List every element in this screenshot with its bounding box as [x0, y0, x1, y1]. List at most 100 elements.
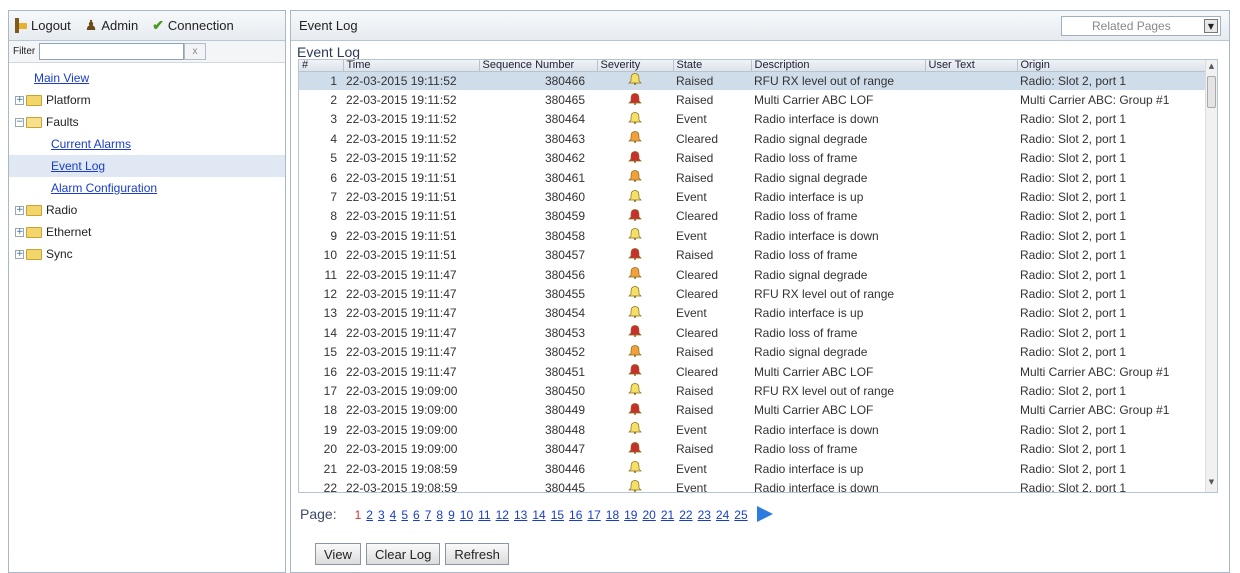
expand-icon[interactable]: + — [15, 249, 24, 259]
table-row[interactable]: 12 22-03-2015 19:11:47 380455 Cleared RFU RX… — [299, 284, 1209, 303]
column-header-origin[interactable]: Origin — [1017, 60, 1210, 72]
tree-item-event-log[interactable]: Event Log — [9, 155, 285, 177]
page-link[interactable]: 10 — [460, 508, 473, 522]
tree-item-faults[interactable]: − Faults — [9, 111, 285, 133]
row-number: 7 — [330, 190, 337, 205]
state-cell: Raised — [676, 170, 714, 185]
dropdown-arrow-icon[interactable]: ▼ — [1204, 18, 1218, 33]
page-link[interactable]: 8 — [436, 508, 443, 522]
expand-icon[interactable]: + — [15, 95, 24, 105]
tree-item-platform[interactable]: + Platform — [9, 89, 285, 111]
table-row[interactable]: 9 22-03-2015 19:11:51 380458 Event Radio int… — [299, 226, 1209, 245]
table-row[interactable]: 7 22-03-2015 19:11:51 380460 Event Radio int… — [299, 187, 1209, 206]
tree-item-alarm-configuration[interactable]: Alarm Configuration — [9, 177, 285, 199]
tree-item-label[interactable]: Faults — [46, 115, 79, 129]
page-link[interactable]: 21 — [661, 508, 674, 522]
description-cell: RFU RX level out of range — [754, 286, 895, 301]
page-link[interactable]: 4 — [390, 508, 397, 522]
connection-button[interactable]: ✔ Connection — [152, 17, 234, 34]
expand-icon[interactable]: + — [15, 227, 24, 237]
tree-item-ethernet[interactable]: + Ethernet — [9, 221, 285, 243]
table-row[interactable]: 3 22-03-2015 19:11:52 380464 Event Radio int… — [299, 110, 1209, 129]
filter-clear-button[interactable]: x — [184, 43, 206, 60]
scroll-down-icon[interactable]: ▼ — [1206, 478, 1217, 490]
table-row[interactable]: 22 22-03-2015 19:08:59 380445 Event Radio in… — [299, 478, 1209, 492]
state-cell: Raised — [676, 248, 714, 263]
table-row[interactable]: 20 22-03-2015 19:09:00 380447 Raised Radio l… — [299, 439, 1209, 458]
table-row[interactable]: 8 22-03-2015 19:11:51 380459 Cleared Radio l… — [299, 207, 1209, 226]
table-row[interactable]: 16 22-03-2015 19:11:47 380451 Cleared Multi … — [299, 362, 1209, 381]
tree-item-label[interactable]: Current Alarms — [51, 137, 131, 151]
tree-item-label[interactable]: Main View — [34, 71, 89, 85]
page-link[interactable]: 19 — [624, 508, 637, 522]
column-header-user-text[interactable]: User Text — [925, 60, 1018, 72]
tree-item-main-view[interactable]: Main View — [9, 67, 285, 89]
refresh-button[interactable]: Refresh — [445, 543, 509, 565]
page-link[interactable]: 12 — [496, 508, 509, 522]
tree-item-label[interactable]: Alarm Configuration — [51, 181, 157, 195]
page-link[interactable]: 16 — [569, 508, 582, 522]
tree-item-sync[interactable]: + Sync — [9, 243, 285, 265]
tree-item-label[interactable]: Radio — [46, 203, 77, 217]
collapse-icon[interactable]: − — [15, 117, 24, 127]
page-link[interactable]: 3 — [378, 508, 385, 522]
page-link[interactable]: 1 — [355, 508, 362, 522]
table-row[interactable]: 11 22-03-2015 19:11:47 380456 Cleared Radio … — [299, 265, 1209, 284]
column-header-severity[interactable]: Severity — [597, 60, 674, 72]
table-row[interactable]: 15 22-03-2015 19:11:47 380452 Raised Radio s… — [299, 342, 1209, 361]
view-button[interactable]: View — [315, 543, 361, 565]
column-header-state[interactable]: State — [673, 60, 752, 72]
table-row[interactable]: 13 22-03-2015 19:11:47 380454 Event Radio in… — [299, 304, 1209, 323]
admin-button[interactable]: ♟ Admin — [85, 17, 138, 34]
table-row[interactable]: 2 22-03-2015 19:11:52 380465 Raised Multi Ca… — [299, 90, 1209, 109]
table-row[interactable]: 4 22-03-2015 19:11:52 380463 Cleared Radio s… — [299, 129, 1209, 148]
table-row[interactable]: 14 22-03-2015 19:11:47 380453 Cleared Radio … — [299, 323, 1209, 342]
table-row[interactable]: 1 22-03-2015 19:11:52 380466 Raised RFU RX l… — [299, 71, 1209, 91]
related-pages-select[interactable]: Related Pages ▼ — [1061, 15, 1221, 36]
table-row[interactable]: 5 22-03-2015 19:11:52 380462 Raised Radio lo… — [299, 149, 1209, 168]
scroll-up-icon[interactable]: ▲ — [1206, 62, 1217, 74]
page-link[interactable]: 14 — [532, 508, 545, 522]
column-header-description[interactable]: Description — [751, 60, 926, 72]
page-link[interactable]: 24 — [716, 508, 729, 522]
table-row[interactable]: 18 22-03-2015 19:09:00 380449 Raised Multi C… — [299, 401, 1209, 420]
page-link[interactable]: 9 — [448, 508, 455, 522]
page-link[interactable]: 17 — [587, 508, 600, 522]
next-page-arrow-icon[interactable] — [756, 506, 773, 522]
tree-item-label[interactable]: Event Log — [51, 159, 105, 173]
page-link[interactable]: 18 — [606, 508, 619, 522]
tree-item-label[interactable]: Ethernet — [46, 225, 91, 239]
table-row[interactable]: 21 22-03-2015 19:08:59 380446 Event Radio in… — [299, 459, 1209, 478]
column-header-time[interactable]: Time — [343, 60, 480, 72]
origin-cell: Radio: Slot 2, port 1 — [1020, 306, 1127, 321]
page-link[interactable]: 13 — [514, 508, 527, 522]
clear-log-button[interactable]: Clear Log — [365, 543, 441, 565]
page-link[interactable]: 11 — [478, 508, 490, 522]
column-header-sequence[interactable]: Sequence Number — [479, 60, 598, 72]
page-link[interactable]: 25 — [734, 508, 747, 522]
filter-input[interactable] — [39, 43, 184, 60]
page-link[interactable]: 5 — [401, 508, 408, 522]
page-link[interactable]: 22 — [679, 508, 692, 522]
page-link[interactable]: 20 — [642, 508, 655, 522]
tree-item-radio[interactable]: + Radio — [9, 199, 285, 221]
table-row[interactable]: 10 22-03-2015 19:11:51 380457 Raised Radio l… — [299, 246, 1209, 265]
page-link[interactable]: 7 — [425, 508, 432, 522]
table-row[interactable]: 19 22-03-2015 19:09:00 380448 Event Radio in… — [299, 420, 1209, 439]
table-row[interactable]: 6 22-03-2015 19:11:51 380461 Raised Radio si… — [299, 168, 1209, 187]
vertical-scrollbar[interactable]: ▲ ▼ — [1205, 60, 1217, 492]
tree-item-current-alarms[interactable]: Current Alarms — [9, 133, 285, 155]
page-link[interactable]: 6 — [413, 508, 420, 522]
column-header-number[interactable]: # — [299, 60, 344, 72]
table-row[interactable]: 17 22-03-2015 19:09:00 380450 Raised RFU RX … — [299, 381, 1209, 400]
tree-item-label[interactable]: Sync — [46, 247, 73, 261]
page-link[interactable]: 23 — [698, 508, 711, 522]
page-link[interactable]: 15 — [551, 508, 564, 522]
tree-item-label[interactable]: Platform — [46, 93, 91, 107]
page-link[interactable]: 2 — [366, 508, 373, 522]
scrollbar-thumb[interactable] — [1207, 76, 1216, 108]
user-text-cell — [925, 478, 1017, 492]
logout-button[interactable]: Logout — [15, 18, 71, 33]
expand-icon[interactable]: + — [15, 205, 24, 215]
description-cell: Radio loss of frame — [754, 442, 858, 457]
